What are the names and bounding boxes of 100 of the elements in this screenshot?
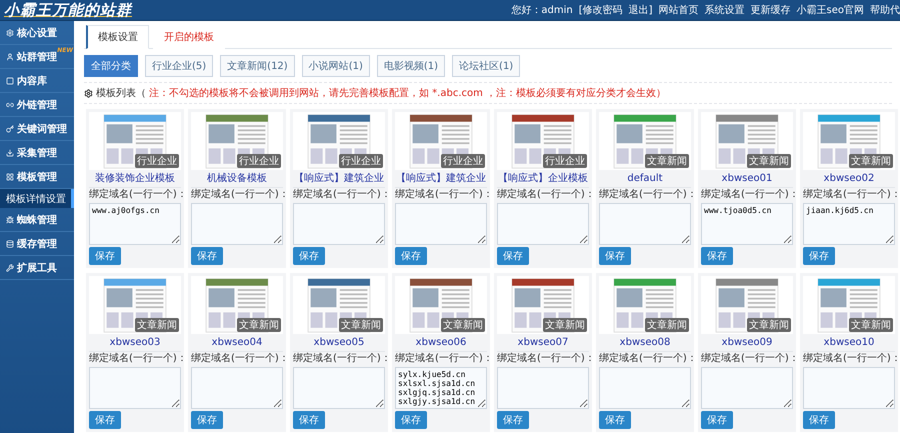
template-name[interactable]: 装修装饰企业模板 (89, 172, 181, 185)
header-link[interactable]: 帮助代 (870, 3, 900, 17)
domain-input-field[interactable] (701, 367, 793, 409)
template-name[interactable]: 【响应式】企业模板 (497, 172, 589, 185)
field-label: 绑定域名(一行一个)： (599, 187, 691, 201)
sidebar-subitem[interactable]: 模板详情设置 (0, 189, 74, 208)
domain-input-field[interactable] (599, 203, 691, 245)
category-filter[interactable]: 全部分类 (84, 55, 138, 77)
field-label: 绑定域名(一行一个)： (395, 351, 487, 365)
category-tag: 文章新闻 (747, 154, 791, 168)
save-button[interactable]: 保存 (89, 411, 121, 429)
domain-input-field[interactable] (89, 367, 181, 409)
save-button[interactable]: 保存 (395, 411, 427, 429)
category-filter[interactable]: 小说网站(1) (302, 55, 370, 77)
category-tag: 文章新闻 (645, 154, 689, 168)
field-label: 绑定域名(一行一个)： (599, 351, 691, 365)
field-label: 绑定域名(一行一个)： (89, 351, 181, 365)
field-label: 绑定域名(一行一个)： (497, 187, 589, 201)
sidebar-item[interactable]: 蜘蛛管理 (0, 208, 74, 232)
template-name[interactable]: xbwseo05 (293, 336, 385, 349)
domain-input-field[interactable] (191, 203, 283, 245)
save-button[interactable]: 保存 (191, 247, 223, 265)
domain-input-field[interactable] (293, 367, 385, 409)
notice-text: 注：不勾选的模板将不会被调用到网站，请先完善模板配置，如 *.abc.com ，注：模板必须要有对应分类才会生效） (149, 86, 666, 100)
template-name[interactable]: xbwseo08 (599, 336, 691, 349)
menu-item-icon (6, 240, 14, 248)
category-tag: 行业企业 (543, 154, 587, 168)
category-filter[interactable]: 论坛社区(1) (452, 55, 520, 77)
sidebar-item[interactable]: 缓存管理 (0, 232, 74, 256)
save-button[interactable]: 保存 (191, 411, 223, 429)
header-link[interactable]: 网站首页 (658, 3, 699, 17)
gear-icon (84, 88, 93, 98)
field-label: 绑定域名(一行一个)： (191, 187, 283, 201)
field-label: 绑定域名(一行一个)： (293, 351, 385, 365)
sidebar-item[interactable]: 关键词管理 (0, 117, 74, 141)
domain-input-field[interactable]: www.tjoa0d5.cn (701, 203, 793, 245)
sidebar-item[interactable]: 采集管理 (0, 141, 74, 165)
field-label: 绑定域名(一行一个)： (701, 187, 793, 201)
sidebar-item[interactable]: 外链管理 (0, 93, 74, 117)
template-name[interactable]: xbwseo09 (701, 336, 793, 349)
header-link[interactable]: [修改密码 (578, 3, 623, 17)
menu-item-icon (6, 52, 14, 60)
domain-input-field[interactable] (497, 203, 589, 245)
sidebar-item[interactable]: 扩展工具 (0, 256, 74, 280)
category-tag: 行业企业 (339, 154, 383, 168)
save-button[interactable]: 保存 (701, 411, 733, 429)
save-button[interactable]: 保存 (497, 247, 529, 265)
domain-input-field[interactable] (599, 367, 691, 409)
header-link[interactable]: 小霸王seo官网 (796, 3, 864, 17)
template-name[interactable]: 【响应式】建筑企业 (395, 172, 487, 185)
category-tag: 文章新闻 (339, 318, 383, 332)
template-name[interactable]: xbwseo04 (191, 336, 283, 349)
template-name[interactable]: xbwseo06 (395, 336, 487, 349)
field-label: 绑定域名(一行一个)： (803, 351, 895, 365)
menu-item-icon (6, 28, 14, 36)
domain-input-field[interactable]: jiaan.kj6d5.cn (803, 203, 895, 245)
menu-item-icon (6, 264, 14, 272)
save-button[interactable]: 保存 (599, 411, 631, 429)
category-tag: 行业企业 (441, 154, 485, 168)
header-link[interactable]: 系统设置 (704, 3, 745, 17)
template-name[interactable]: xbwseo01 (701, 172, 793, 185)
save-button[interactable]: 保存 (803, 411, 835, 429)
category-tag: 文章新闻 (543, 318, 587, 332)
category-filter[interactable]: 文章新闻(12) (220, 55, 295, 77)
domain-input-field[interactable] (191, 367, 283, 409)
domain-input-field[interactable]: www.aj0ofgs.cn (89, 203, 181, 245)
header-link[interactable]: 更新缓存 (750, 3, 791, 17)
save-button[interactable]: 保存 (701, 247, 733, 265)
save-button[interactable]: 保存 (599, 247, 631, 265)
template-name[interactable]: xbwseo03 (89, 336, 181, 349)
header-link[interactable]: 退出] (628, 3, 653, 17)
sidebar-item[interactable]: 内容库 (0, 69, 74, 93)
header-link[interactable]: 您好：admin (511, 3, 573, 17)
field-label: 绑定域名(一行一个)： (191, 351, 283, 365)
site-logo: 小霸王万能的站群 (4, 0, 132, 20)
menu-item-icon (6, 172, 14, 180)
template-name[interactable]: 机械设备模板 (191, 172, 283, 185)
template-name[interactable]: xbwseo02 (803, 172, 895, 185)
domain-input-field[interactable] (803, 367, 895, 409)
field-label: 绑定域名(一行一个)： (803, 187, 895, 201)
category-filter[interactable]: 行业企业(5) (145, 55, 214, 77)
menu-item-icon (6, 216, 14, 224)
template-name[interactable]: xbwseo07 (497, 336, 589, 349)
template-name[interactable]: 【响应式】建筑企业 (293, 172, 385, 185)
category-filter[interactable]: 电影视频(1) (376, 55, 446, 77)
save-button[interactable]: 保存 (89, 247, 121, 265)
template-name[interactable]: xbwseo10 (803, 336, 895, 349)
template-name[interactable]: default (599, 172, 691, 185)
domain-input-field[interactable] (293, 203, 385, 245)
category-tag: 文章新闻 (441, 318, 485, 332)
save-button[interactable]: 保存 (293, 247, 325, 265)
tab[interactable]: 模板设置 (86, 25, 149, 49)
sidebar-item[interactable]: 核心设置 (0, 21, 74, 45)
domain-input-field[interactable] (497, 367, 589, 409)
save-button[interactable]: 保存 (803, 247, 835, 265)
save-button[interactable]: 保存 (497, 411, 529, 429)
domain-input-field[interactable] (395, 203, 487, 245)
domain-input-field[interactable]: sylx.kjue5d.cn sxlsxl.sjsa1d.cn sxlgjq.sjsa1d.cn sxlgjy.sjsa1d.cn (395, 367, 487, 409)
save-button[interactable]: 保存 (395, 247, 427, 265)
save-button[interactable]: 保存 (293, 411, 325, 429)
